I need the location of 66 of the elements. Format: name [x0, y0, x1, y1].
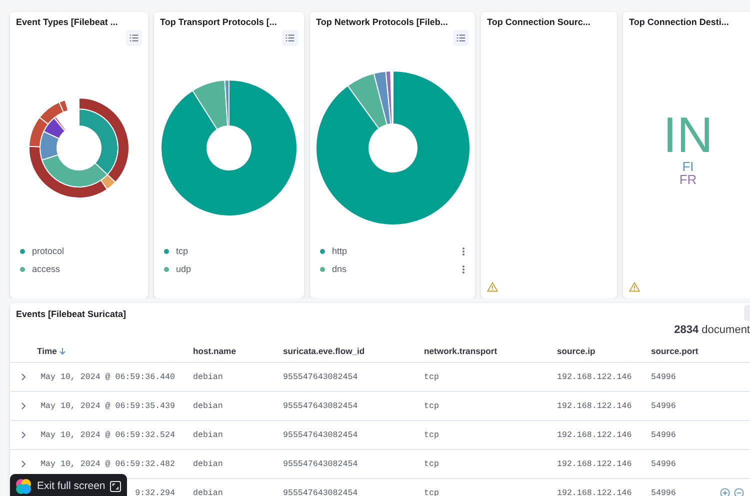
- more-menu-icon[interactable]: [462, 246, 465, 256]
- table-cell: 955547643082454: [283, 372, 358, 382]
- panel-title: Event Types [Filebeat ...: [15, 16, 119, 27]
- table-cell: 955547643082454: [283, 460, 358, 468]
- filter-out-icon[interactable]: [734, 488, 744, 496]
- column-header[interactable]: host.name: [193, 346, 236, 356]
- table-cell: 54996: [651, 488, 676, 496]
- document-count: 2834 document: [674, 324, 750, 336]
- table-cell: debian: [193, 372, 223, 382]
- tag-cloud-word: IN: [663, 110, 713, 160]
- table-cell: 192.168.122.146: [557, 488, 632, 496]
- list-icon: [285, 33, 295, 43]
- table-cell: 192.168.122.146: [557, 372, 632, 382]
- table-cell: 955547643082454: [283, 488, 358, 496]
- table-cell: 192.168.122.146: [557, 430, 632, 440]
- table-cell: tcp: [424, 430, 439, 440]
- panel-title: Top Network Protocols [Fileb...: [315, 16, 449, 27]
- list-icon: [456, 33, 466, 43]
- tag-cloud-word: FR: [679, 172, 697, 186]
- legend-label[interactable]: tcp: [176, 246, 294, 256]
- list-icon: [129, 33, 139, 43]
- table-cell: tcp: [424, 488, 439, 496]
- panel-title: Top Transport Protocols [...: [159, 16, 278, 27]
- table-cell: tcp: [424, 372, 439, 382]
- table-cell: 54996: [651, 402, 676, 410]
- sort-down-icon[interactable]: [58, 347, 66, 355]
- panel-title: Events [Filebeat Suricata]: [16, 309, 126, 319]
- table-cell: 192.168.122.146: [557, 460, 632, 468]
- table-cell: 955547643082454: [283, 430, 358, 440]
- table-cell: debian: [193, 488, 223, 496]
- table-cell-text: 9:32.294: [134, 488, 175, 496]
- column-header[interactable]: source.ip: [557, 346, 596, 356]
- table-cell-text: May 10, 2024 @ 06:59:32.524: [40, 430, 175, 440]
- panel-title: Top Connection Desti...: [628, 16, 730, 27]
- column-header[interactable]: source.port: [651, 346, 698, 356]
- tag-cloud-word: FI: [682, 160, 694, 172]
- legend-label[interactable]: access: [32, 264, 138, 274]
- fullscreen-icon: [110, 480, 122, 492]
- table-cell: 955547643082454: [283, 402, 358, 410]
- legend-toggle-button[interactable]: [453, 30, 469, 46]
- table-cell: 54996: [651, 372, 676, 382]
- filter-in-icon[interactable]: [720, 488, 730, 496]
- table-cell: tcp: [424, 402, 439, 410]
- logo-icon: [15, 478, 32, 494]
- table-cell-text: May 10, 2024 @ 06:59:36.440: [40, 372, 175, 382]
- more-menu-icon[interactable]: [462, 264, 465, 274]
- panel-title: Top Connection Sourc...: [486, 16, 592, 27]
- table-cell: debian: [193, 460, 223, 468]
- legend-label[interactable]: udp: [176, 264, 294, 274]
- legend-label[interactable]: protocol: [32, 246, 138, 256]
- legend-toggle-button[interactable]: [282, 30, 298, 46]
- table-cell: 54996: [651, 460, 676, 468]
- legend-toggle-button[interactable]: [126, 30, 142, 46]
- table-cell: tcp: [424, 460, 439, 468]
- table-cell: 192.168.122.146: [557, 402, 632, 410]
- exit-full-screen-button[interactable]: Exit full screen: [10, 474, 128, 496]
- table-cell-text: May 10, 2024 @ 06:59:35.439: [40, 402, 175, 410]
- legend-label[interactable]: http: [332, 246, 455, 256]
- column-header[interactable]: network.transport: [424, 346, 498, 356]
- column-header[interactable]: Time: [37, 346, 57, 356]
- table-cell: debian: [193, 402, 223, 410]
- table-cell: 54996: [651, 430, 676, 440]
- column-header[interactable]: suricata.eve.flow_id: [283, 346, 365, 356]
- legend-label[interactable]: dns: [332, 264, 455, 274]
- table-cell: debian: [193, 430, 223, 440]
- table-cell-text: May 10, 2024 @ 06:59:32.482: [40, 460, 175, 468]
